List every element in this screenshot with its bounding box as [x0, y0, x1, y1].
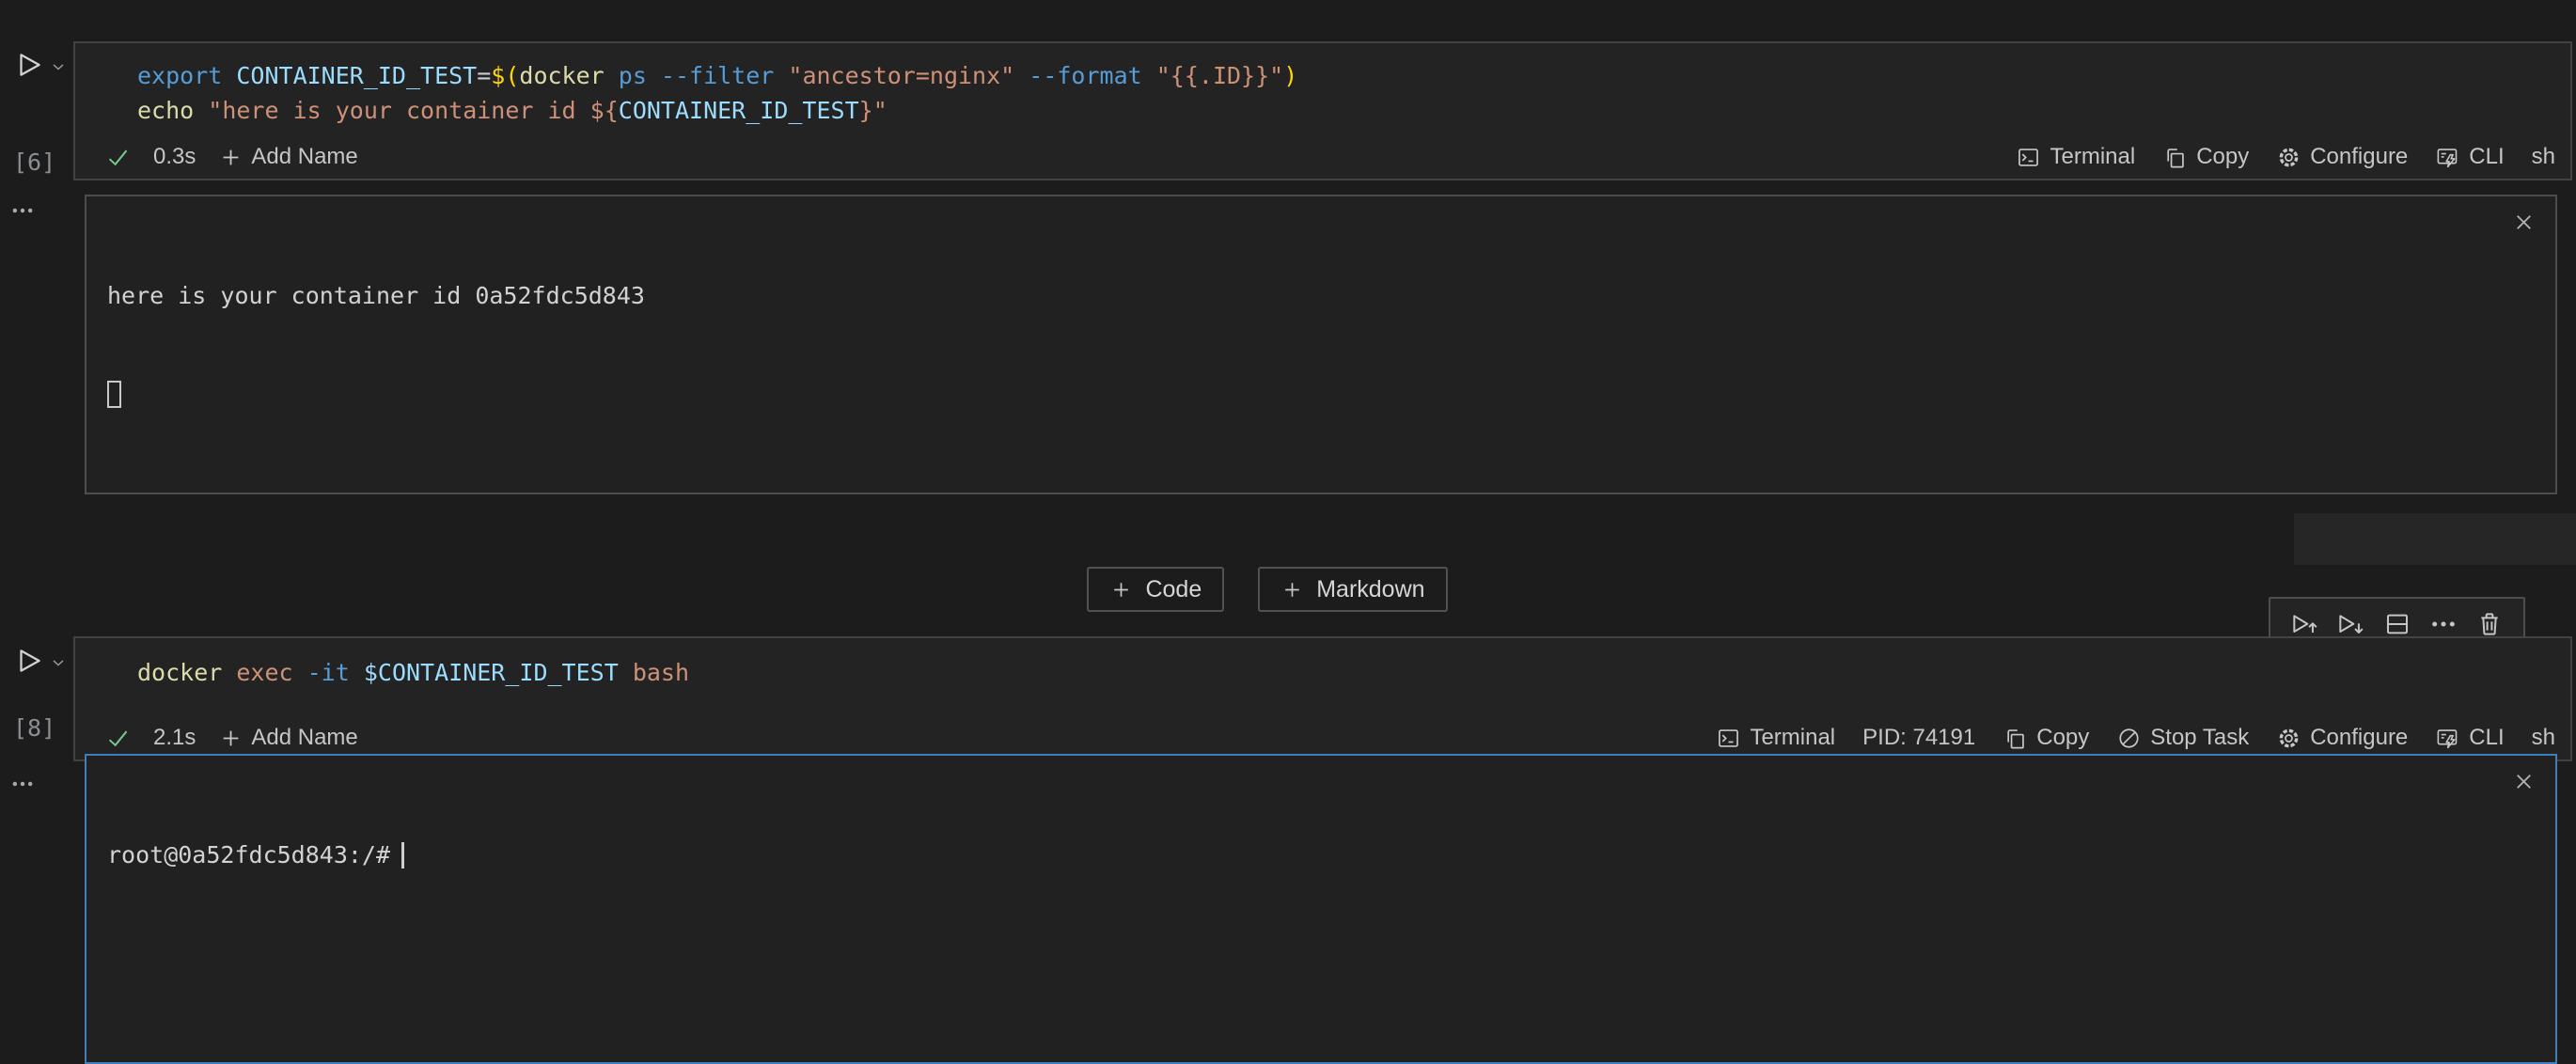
close-output-icon[interactable]: [2511, 769, 2537, 794]
plus-icon: [218, 726, 243, 751]
output-more-actions-icon[interactable]: [9, 197, 36, 224]
shell-type-label: sh: [2532, 725, 2555, 751]
cell-actions: Terminal Copy Configure CLI sh: [2016, 144, 2555, 170]
pid-label: PID: 74191: [1862, 725, 1975, 751]
terminal-cursor: [401, 842, 404, 868]
plus-icon: [218, 145, 243, 170]
terminal-output[interactable]: here is your container id 0a52fdc5d843: [86, 196, 2555, 482]
terminal-button[interactable]: Terminal: [2016, 144, 2135, 170]
stop-task-button[interactable]: Stop Task: [2116, 725, 2249, 751]
run-cell-button[interactable]: [13, 645, 45, 677]
close-output-icon[interactable]: [2511, 210, 2537, 235]
terminal-output-line: here is your container id 0a52fdc5d843: [107, 279, 2555, 312]
output-more-actions-icon[interactable]: [9, 771, 36, 797]
hover-highlight: [2294, 513, 2576, 565]
cli-button[interactable]: CLI: [2435, 725, 2504, 751]
chevron-down-icon[interactable]: [49, 57, 68, 76]
code-cell: docker exec -it $CONTAINER_ID_TEST bash …: [73, 636, 2572, 761]
code-editor[interactable]: export CONTAINER_ID_TEST=$(docker ps --f…: [75, 43, 2570, 128]
chevron-down-icon[interactable]: [49, 653, 68, 672]
add-code-cell-button[interactable]: Code: [1087, 567, 1224, 612]
add-name-button[interactable]: Add Name: [218, 725, 357, 751]
terminal-cursor: [107, 381, 121, 408]
copy-icon: [2003, 726, 2028, 751]
duration-label: 0.3s: [153, 144, 196, 170]
add-name-button[interactable]: Add Name: [218, 144, 357, 170]
stop-icon: [2116, 726, 2142, 751]
delete-cell-icon[interactable]: [2474, 609, 2505, 639]
execution-count-label: [8]: [13, 714, 55, 742]
terminal-icon: [1716, 726, 1741, 751]
execute-above-icon[interactable]: [2289, 609, 2319, 639]
copy-icon: [2162, 145, 2188, 170]
cell-output-container: here is your container id 0a52fdc5d843: [85, 195, 2557, 494]
code-editor[interactable]: docker exec -it $CONTAINER_ID_TEST bash: [75, 638, 2570, 690]
insert-cell-row: Code Markdown: [0, 567, 2535, 612]
more-actions-icon[interactable]: [2428, 609, 2458, 639]
code-line: export CONTAINER_ID_TEST=$(docker ps --f…: [137, 58, 2570, 93]
cell-output-container: root@0a52fdc5d843:/#: [85, 754, 2557, 1064]
cell-actions: Terminal PID: 74191 Copy Stop Task Configure…: [1716, 725, 2555, 751]
code-cell: export CONTAINER_ID_TEST=$(docker ps --f…: [73, 41, 2572, 180]
duration-label: 2.1s: [153, 725, 196, 751]
cli-button[interactable]: CLI: [2435, 144, 2504, 170]
shell-type-label: sh: [2532, 144, 2555, 170]
gear-icon: [2276, 145, 2301, 170]
copy-button[interactable]: Copy: [2003, 725, 2089, 751]
code-line: echo "here is your container id ${CONTAI…: [137, 93, 2570, 128]
gear-icon: [2276, 726, 2301, 751]
cell-status-bar: 0.3s Add Name Terminal Copy Configure CLI sh: [75, 135, 2570, 179]
cli-icon: [2435, 145, 2460, 170]
configure-button[interactable]: Configure: [2276, 144, 2408, 170]
plus-icon: [1280, 578, 1304, 602]
terminal-prompt-line: root@0a52fdc5d843:/#: [107, 838, 2555, 871]
code-line: docker exec -it $CONTAINER_ID_TEST bash: [137, 655, 2570, 690]
success-check-icon: [105, 726, 131, 751]
copy-button[interactable]: Copy: [2162, 144, 2249, 170]
plus-icon: [1109, 578, 1133, 602]
terminal-icon: [2016, 145, 2041, 170]
execution-count-label: [6]: [13, 149, 55, 176]
add-markdown-cell-button[interactable]: Markdown: [1258, 567, 1447, 612]
terminal-button[interactable]: Terminal: [1716, 725, 1835, 751]
notebook-editor: { "colors": { "background": "#1c1c1c", "…: [0, 0, 2576, 1045]
run-cell-button[interactable]: [13, 49, 45, 81]
configure-button[interactable]: Configure: [2276, 725, 2408, 751]
success-check-icon: [105, 145, 131, 170]
split-cell-icon[interactable]: [2382, 609, 2412, 639]
cli-icon: [2435, 726, 2460, 751]
terminal-output[interactable]: root@0a52fdc5d843:/#: [86, 756, 2555, 937]
execute-below-icon[interactable]: [2335, 609, 2365, 639]
